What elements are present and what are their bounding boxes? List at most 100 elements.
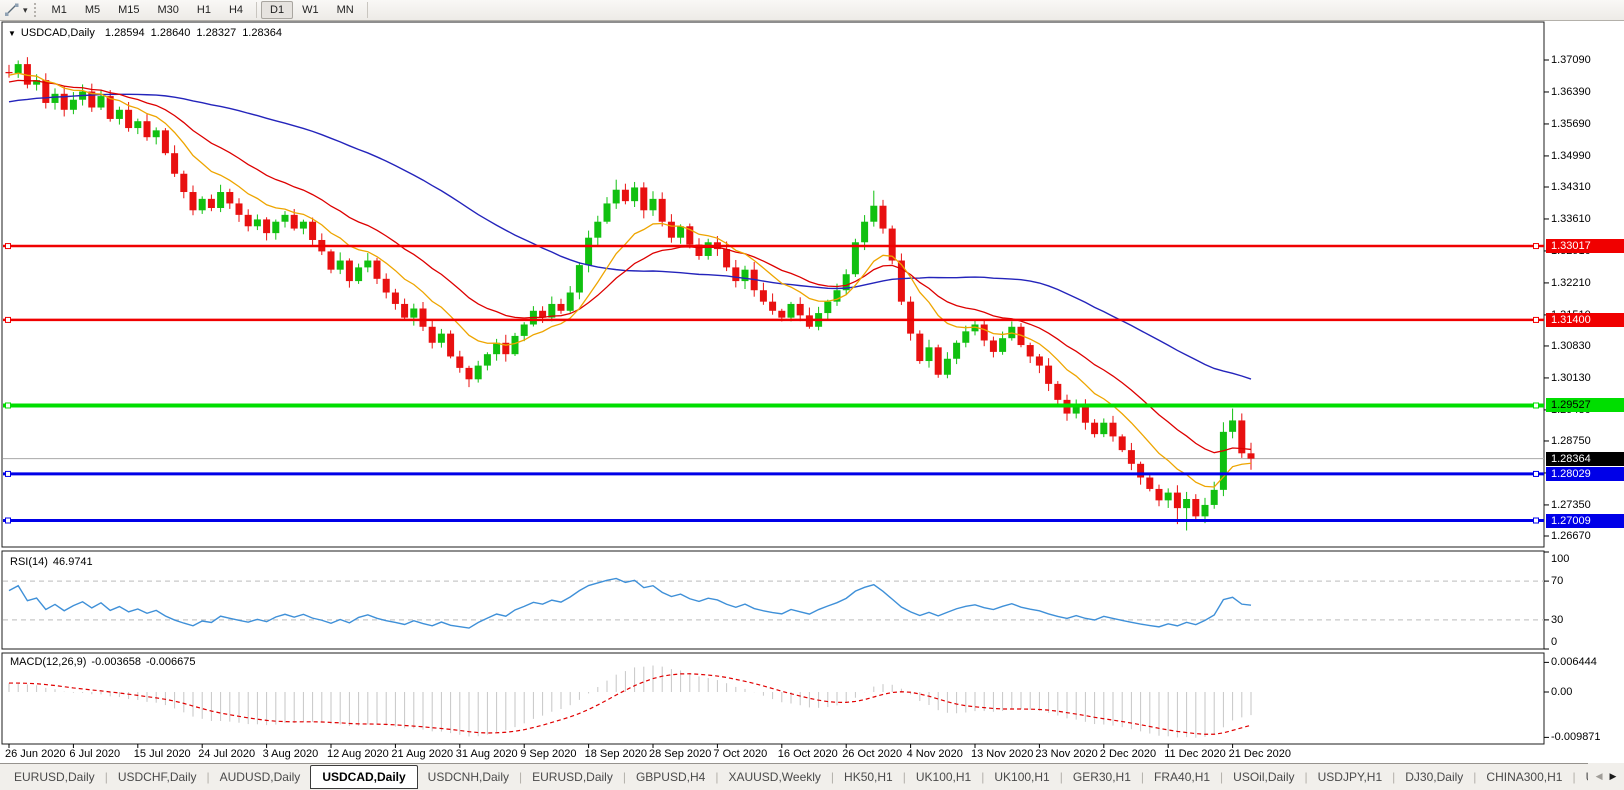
tab-usdcnh-daily[interactable]: USDCNH,Daily xyxy=(418,766,519,788)
candle xyxy=(134,121,141,128)
chart-canvas[interactable] xyxy=(0,0,1624,790)
candle xyxy=(861,222,868,243)
candle xyxy=(1091,423,1098,434)
candle xyxy=(732,267,739,281)
timeframe-button-m30[interactable]: M30 xyxy=(149,1,188,19)
candle xyxy=(1211,490,1218,505)
candle xyxy=(613,190,620,204)
tab-uk100-h1[interactable]: UK100,H1 xyxy=(984,766,1059,788)
candle xyxy=(999,338,1006,352)
level-anchor[interactable] xyxy=(6,403,11,408)
panel-frame xyxy=(2,22,1544,547)
candle xyxy=(355,267,362,281)
candle xyxy=(153,130,160,137)
level-anchor[interactable] xyxy=(6,518,11,523)
candle xyxy=(1183,499,1190,508)
timeframe-button-m15[interactable]: M15 xyxy=(109,1,148,19)
candle xyxy=(769,302,776,311)
timeframe-button-mn[interactable]: MN xyxy=(328,1,363,19)
level-anchor[interactable] xyxy=(6,471,11,476)
tab-scroll-left-icon[interactable]: ◀ xyxy=(1596,771,1603,782)
timeframe-button-d1[interactable]: D1 xyxy=(261,1,293,19)
level-anchor[interactable] xyxy=(1534,403,1539,408)
candle xyxy=(199,199,206,210)
candle xyxy=(263,219,270,233)
tab-usdcad-daily[interactable]: USDCAD,Daily xyxy=(310,765,417,789)
candle xyxy=(484,354,491,365)
tab-eurusd-daily[interactable]: EURUSD,Daily xyxy=(4,766,105,788)
candle xyxy=(1027,345,1034,356)
candle xyxy=(1045,366,1052,384)
level-anchor[interactable] xyxy=(1534,471,1539,476)
panel-frame xyxy=(2,551,1544,649)
tab-dj30-daily[interactable]: DJ30,Daily xyxy=(1395,766,1473,788)
candle xyxy=(1137,464,1144,478)
tab-hk50-h1[interactable]: HK50,H1 xyxy=(834,766,903,788)
candle xyxy=(705,242,712,256)
tab-uk100-h1[interactable]: UK100,H1 xyxy=(906,766,981,788)
tab-usdchf-daily[interactable]: USDCHF,Daily xyxy=(108,766,207,788)
candle xyxy=(567,293,574,311)
level-anchor[interactable] xyxy=(1534,518,1539,523)
candle xyxy=(576,265,583,292)
candle xyxy=(466,368,473,379)
tab-china300-h1[interactable]: CHINA300,H1 xyxy=(1476,766,1572,788)
level-anchor[interactable] xyxy=(1534,317,1539,322)
candle xyxy=(70,100,77,110)
timeframe-button-h4[interactable]: H4 xyxy=(220,1,252,19)
candle xyxy=(1248,453,1255,458)
candle xyxy=(254,219,261,226)
level-anchor[interactable] xyxy=(6,244,11,249)
collapse-triangle-icon[interactable]: ▼ xyxy=(8,29,16,38)
candle xyxy=(364,261,371,268)
candle xyxy=(953,343,960,359)
candle xyxy=(1146,478,1153,489)
candle xyxy=(125,110,132,128)
candle xyxy=(594,222,601,238)
candle xyxy=(1192,499,1199,516)
timeframe-button-m1[interactable]: M1 xyxy=(43,1,76,19)
candle xyxy=(944,359,951,375)
tab-xauusd-weekly[interactable]: XAUUSD,Weekly xyxy=(718,766,830,788)
candle xyxy=(52,94,59,103)
candle xyxy=(650,199,657,210)
candle xyxy=(447,334,454,357)
level-anchor[interactable] xyxy=(6,317,11,322)
timeframe-button-w1[interactable]: W1 xyxy=(293,1,328,19)
candle xyxy=(282,215,289,222)
chart-ohlc-header: ▼USDCAD,Daily1.285941.286401.283271.2836… xyxy=(8,27,288,39)
toolbar-grip xyxy=(34,3,37,17)
candle xyxy=(742,270,749,281)
candle xyxy=(797,304,804,315)
tab-ger30-h1[interactable]: GER30,H1 xyxy=(1063,766,1141,788)
tab-eurusd-daily[interactable]: EURUSD,Daily xyxy=(522,766,623,788)
candle xyxy=(392,293,399,304)
candle xyxy=(438,334,445,343)
candle xyxy=(990,340,997,351)
timeframe-buttons: M1M5M15M30H1H4 D1W1MN xyxy=(43,1,372,19)
low-value: 1.28327 xyxy=(196,27,236,39)
line-studies-icon[interactable] xyxy=(4,3,20,17)
candle xyxy=(217,192,224,208)
timeframe-button-m5[interactable]: M5 xyxy=(76,1,109,19)
tab-gbpusd-h4[interactable]: GBPUSD,H4 xyxy=(626,766,715,788)
tab-scroll-right-icon[interactable]: ▶ xyxy=(1610,771,1617,782)
symbol-tab-bar: EURUSD,Daily|USDCHF,Daily|AUDUSD,DailyUS… xyxy=(0,763,1624,790)
candle xyxy=(493,343,500,354)
candle xyxy=(512,336,519,354)
tab-usdjpy-h1[interactable]: USDJPY,H1 xyxy=(1308,766,1392,788)
timeframe-button-h1[interactable]: H1 xyxy=(188,1,220,19)
candle xyxy=(604,203,611,221)
tab-fra40-h1[interactable]: FRA40,H1 xyxy=(1144,766,1220,788)
candle xyxy=(1229,420,1236,431)
chevron-down-icon[interactable]: ▾ xyxy=(23,5,28,16)
candle xyxy=(585,238,592,265)
candle xyxy=(659,199,666,222)
candle xyxy=(245,215,252,226)
candle xyxy=(1128,450,1135,464)
candle xyxy=(236,203,243,214)
candle xyxy=(723,249,730,267)
level-anchor[interactable] xyxy=(1534,244,1539,249)
tab-audusd-daily[interactable]: AUDUSD,Daily xyxy=(210,766,311,788)
tab-usoil-daily[interactable]: USOil,Daily xyxy=(1223,766,1304,788)
